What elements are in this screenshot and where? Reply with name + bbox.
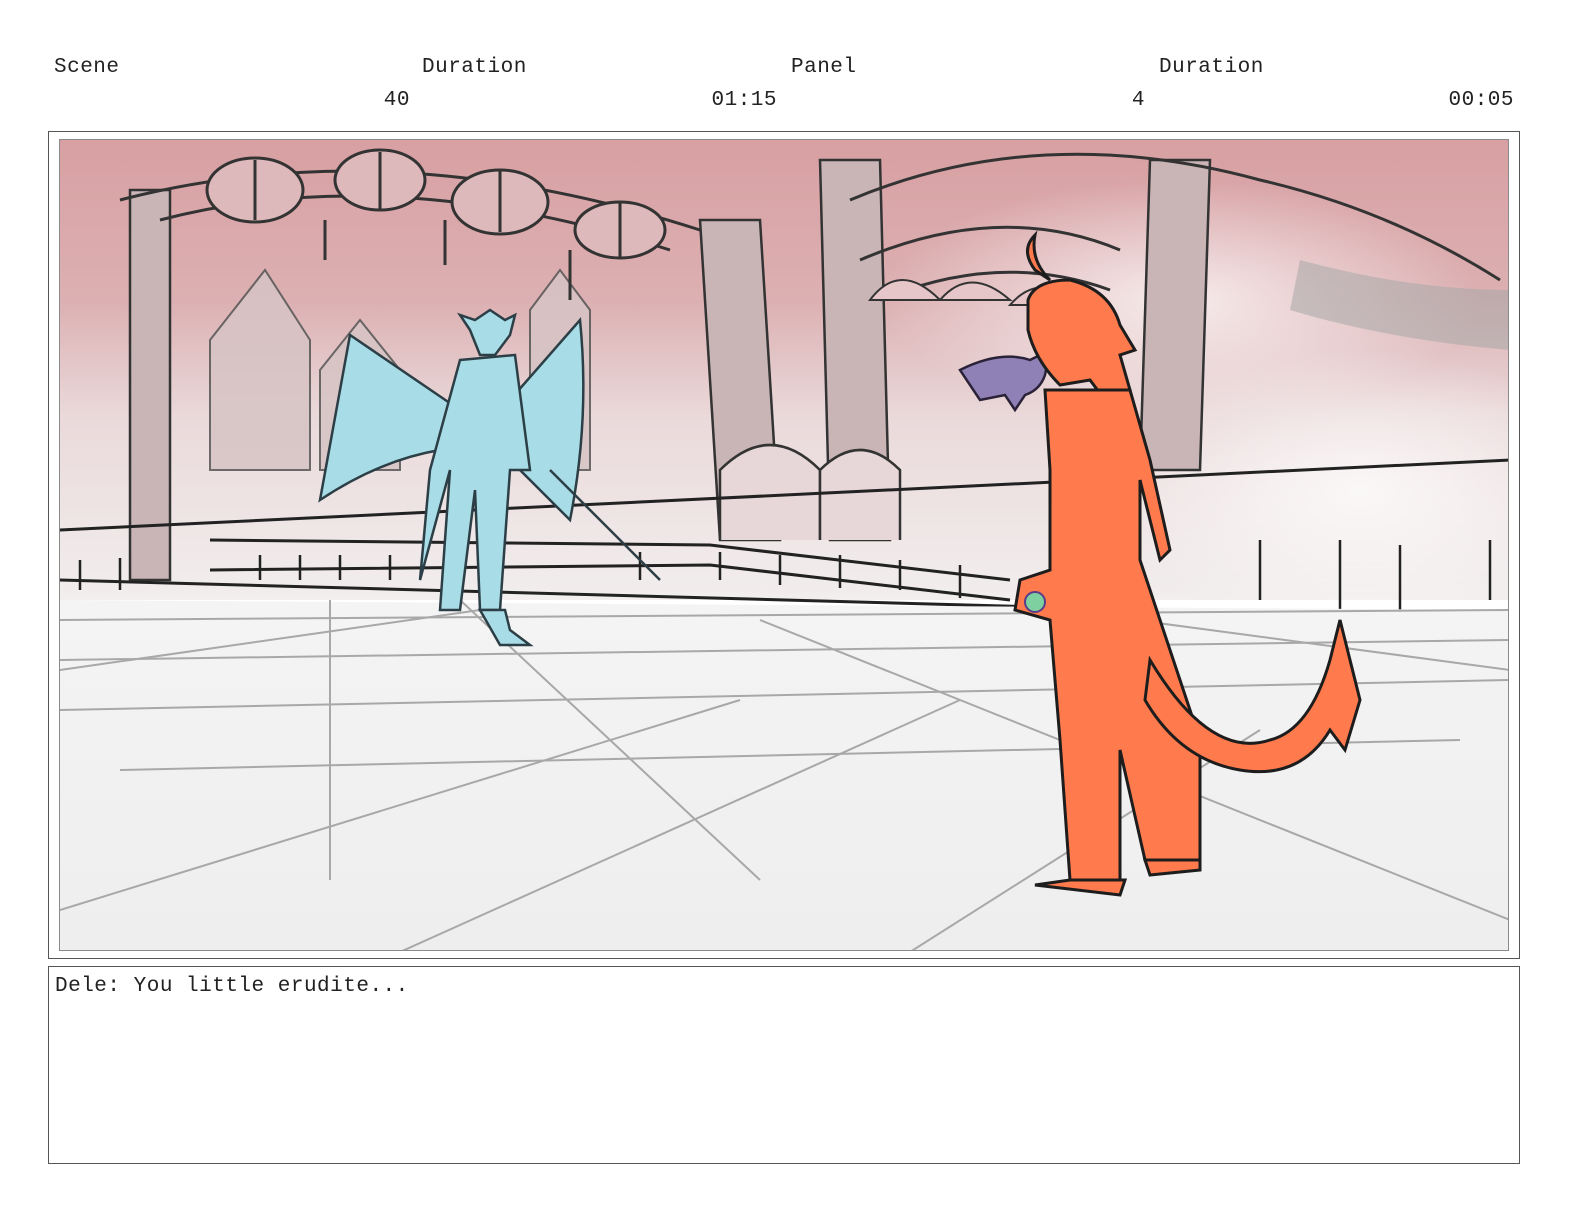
scene-number: 40 [383,89,410,112]
floor [60,600,1508,950]
panel-duration-value: 00:05 [1448,89,1514,112]
storyboard-panel-frame [48,131,1520,959]
rainbow-orb [1024,591,1046,613]
panel-label: Panel [791,56,857,79]
dialogue-text: Dele: You little erudite... [55,975,409,998]
storyboard-panel-image [59,139,1509,951]
panel-number: 4 [1131,89,1145,112]
panel-duration-label: Duration [1159,56,1264,79]
scene-label: Scene [54,56,120,79]
panel-illustration [60,140,1508,950]
scene-duration-value: 01:15 [711,89,777,112]
scene-duration-label: Duration [422,56,527,79]
dialogue-box: Dele: You little erudite... [48,966,1520,1164]
